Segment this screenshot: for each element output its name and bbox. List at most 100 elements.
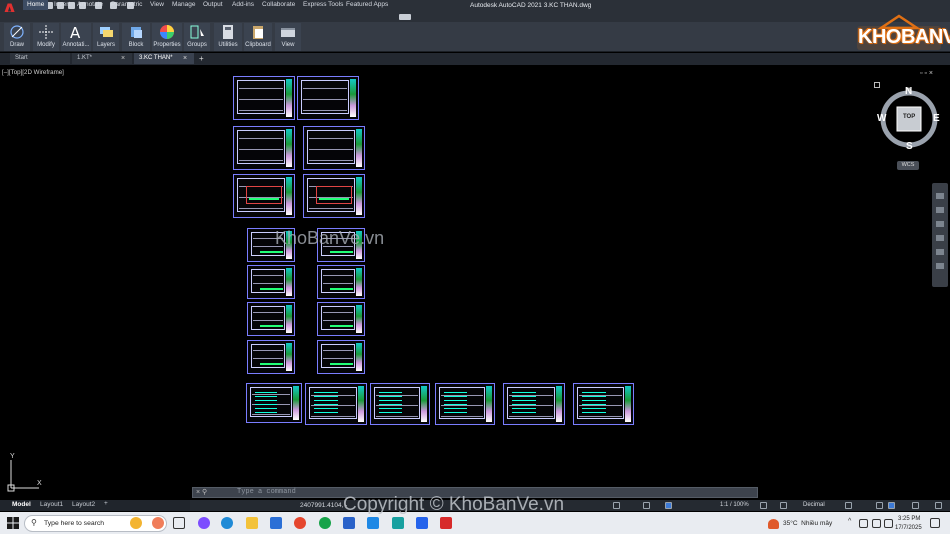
- tab-addins[interactable]: Add-ins: [232, 1, 254, 8]
- compass-south[interactable]: S: [906, 141, 913, 152]
- layers-icon: [100, 27, 113, 37]
- tab-featured-apps[interactable]: Featured Apps: [346, 1, 388, 8]
- app-icon[interactable]: [416, 517, 428, 529]
- drawing-sheet[interactable]: [317, 302, 365, 336]
- copilot-icon[interactable]: [198, 517, 210, 529]
- coordinates-readout[interactable]: 2407991.4104, -: [300, 502, 347, 509]
- tab-express-tools[interactable]: Express Tools: [303, 1, 343, 8]
- tab-insert[interactable]: Insert: [54, 1, 70, 8]
- command-close-icon[interactable]: × ⚲: [196, 488, 207, 496]
- block-button[interactable]: Block: [122, 23, 150, 51]
- customization-icon[interactable]: [935, 502, 942, 509]
- word-icon[interactable]: [343, 517, 355, 529]
- drawing-sheet[interactable]: [303, 126, 365, 170]
- annotation-button[interactable]: A Annotati...: [61, 23, 91, 51]
- clock-time[interactable]: 3:25 PM: [898, 516, 920, 522]
- drawing-sheet[interactable]: [370, 383, 430, 425]
- tab-layout2[interactable]: Layout2: [72, 501, 95, 508]
- drawing-sheet[interactable]: [233, 76, 295, 120]
- tab-output[interactable]: Output: [203, 1, 223, 8]
- view-button[interactable]: View: [275, 23, 301, 51]
- clipboard-button[interactable]: Clipboard: [244, 23, 272, 51]
- app-icon[interactable]: [319, 517, 331, 529]
- autocad-taskbar-icon[interactable]: [440, 517, 452, 529]
- viewport-controls[interactable]: [–][Top][2D Wireframe]: [2, 69, 64, 76]
- command-input[interactable]: Type a command: [237, 488, 296, 496]
- weather-icon[interactable]: [768, 519, 779, 529]
- clock-date[interactable]: 17/7/2025: [895, 525, 922, 531]
- tab-annotate[interactable]: Annotate: [77, 1, 103, 8]
- chrome-icon[interactable]: [294, 517, 306, 529]
- isolate-icon[interactable]: [876, 502, 883, 509]
- tab-layout1[interactable]: Layout1: [40, 501, 63, 508]
- tab-manage[interactable]: Manage: [172, 1, 196, 8]
- drawing-sheet[interactable]: [247, 302, 295, 336]
- quick-properties-icon[interactable]: [845, 502, 852, 509]
- network-icon[interactable]: [859, 519, 868, 528]
- utilities-button[interactable]: Utilities: [214, 23, 242, 51]
- close-icon[interactable]: ×: [121, 55, 125, 62]
- volume-icon[interactable]: [872, 519, 881, 528]
- watermark: KhoBanVe.vn: [275, 228, 385, 248]
- edge-icon[interactable]: [221, 517, 233, 529]
- tray-chevron-icon[interactable]: ^: [848, 518, 851, 525]
- file-explorer-icon[interactable]: [246, 517, 258, 529]
- drawing-sheet[interactable]: [435, 383, 495, 425]
- wcs-menu[interactable]: WCS: [897, 161, 919, 170]
- drawing-sheet[interactable]: [303, 174, 365, 218]
- annotation-monitor-icon[interactable]: [665, 502, 672, 509]
- drawing-sheet[interactable]: [247, 340, 295, 374]
- plus-icon[interactable]: [780, 502, 787, 509]
- workspace-icon[interactable]: [760, 502, 767, 509]
- clipboard-icon: [253, 26, 263, 39]
- tab-collaborate[interactable]: Collaborate: [262, 1, 295, 8]
- navigation-tools-icon[interactable]: [936, 193, 944, 273]
- close-icon[interactable]: ×: [183, 55, 187, 62]
- tab-start[interactable]: Start: [10, 53, 70, 64]
- store-icon[interactable]: [270, 517, 282, 529]
- groups-button[interactable]: Groups: [184, 23, 210, 51]
- drawing-sheet[interactable]: [246, 383, 302, 423]
- properties-button[interactable]: Properties: [152, 23, 182, 51]
- units-readout[interactable]: Decimal: [803, 502, 825, 508]
- drawing-sheet[interactable]: [573, 383, 634, 425]
- compass-east[interactable]: E: [933, 113, 940, 124]
- windows-start-icon[interactable]: [7, 517, 19, 529]
- drawing-sheet[interactable]: [503, 383, 565, 425]
- workspace-toggle-icon[interactable]: [399, 14, 411, 20]
- window-controls-icon[interactable]: ▫ ▫ ×: [920, 70, 948, 78]
- annotation-scale[interactable]: 1:1 / 100%: [720, 502, 749, 508]
- tab-model[interactable]: Model: [12, 501, 31, 508]
- app-icon[interactable]: [392, 517, 404, 529]
- compass-north[interactable]: N: [905, 86, 912, 97]
- tab-view[interactable]: View: [150, 1, 164, 8]
- battery-icon[interactable]: [884, 519, 893, 528]
- clean-screen-icon[interactable]: [912, 502, 919, 509]
- notification-icon[interactable]: [930, 518, 940, 528]
- add-layout-button[interactable]: +: [104, 500, 108, 507]
- modify-button[interactable]: Modify: [33, 23, 59, 51]
- taskbar-search-placeholder[interactable]: Type here to search: [44, 520, 104, 527]
- viewcube-top[interactable]: TOP: [903, 114, 915, 120]
- navigation-bar[interactable]: [932, 183, 948, 287]
- home-icon[interactable]: [874, 82, 880, 88]
- drawing-sheet[interactable]: [317, 265, 365, 299]
- compass-west[interactable]: W: [877, 113, 886, 124]
- drawing-sheet[interactable]: [233, 126, 295, 170]
- weather-readout[interactable]: 35°C Nhiều mây: [783, 520, 832, 527]
- drawing-sheet[interactable]: [305, 383, 367, 425]
- task-view-icon[interactable]: [173, 517, 185, 529]
- drawing-sheet[interactable]: [297, 76, 359, 120]
- draw-button[interactable]: Draw: [4, 23, 30, 51]
- drawing-sheet[interactable]: [247, 265, 295, 299]
- tab-home[interactable]: Home: [23, 0, 49, 10]
- zalo-icon[interactable]: [367, 517, 379, 529]
- drawing-sheet[interactable]: [233, 174, 295, 218]
- layers-button[interactable]: Layers: [93, 23, 119, 51]
- drawing-sheet[interactable]: [317, 340, 365, 374]
- isodraft-icon[interactable]: [613, 502, 620, 509]
- osnap-icon[interactable]: [643, 502, 650, 509]
- hardware-acceleration-icon[interactable]: [888, 502, 895, 509]
- tab-parametric[interactable]: Parametric: [111, 1, 142, 8]
- new-tab-icon[interactable]: +: [199, 54, 204, 63]
